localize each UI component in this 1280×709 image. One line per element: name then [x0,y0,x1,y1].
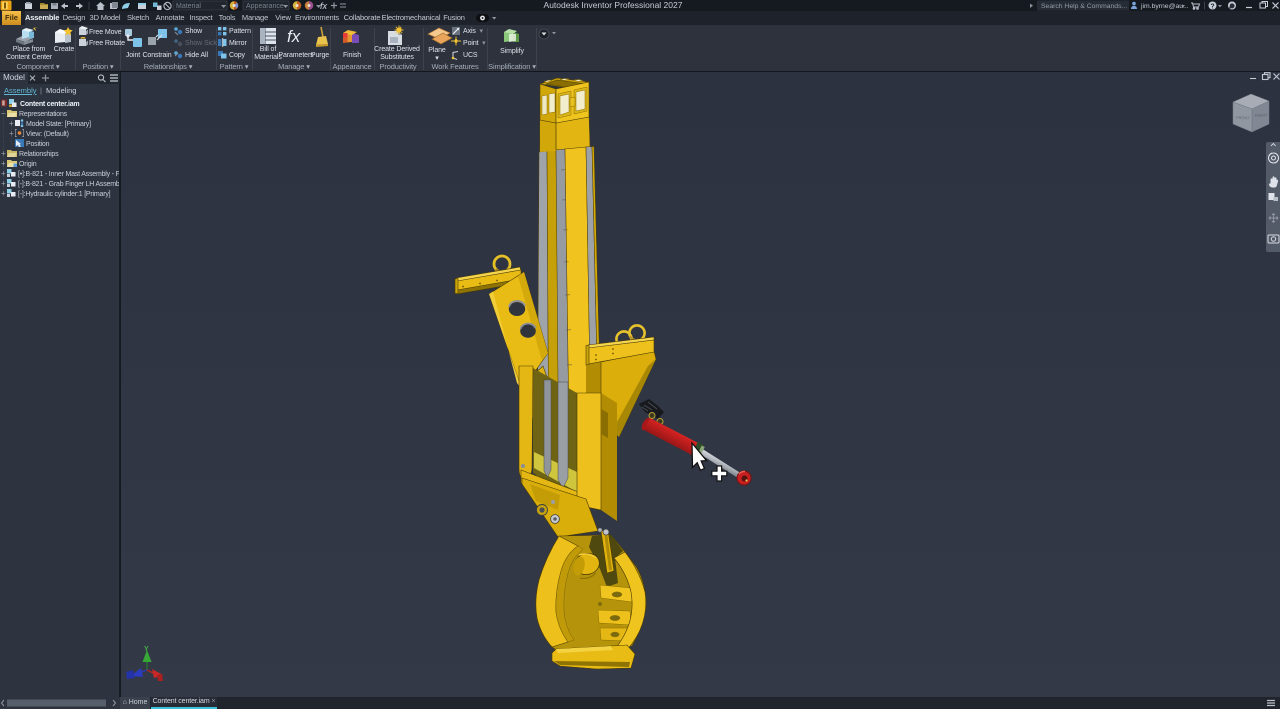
svg-text:FRONT: FRONT [1236,115,1250,120]
svg-text:jim.byrne@au...: jim.byrne@au... [1140,3,1189,10]
svg-text:Material: Material [176,3,201,10]
svg-text:?: ? [1210,3,1214,10]
svg-text:Appearance: Appearance [246,3,284,10]
svg-text:Y: Y [144,646,149,653]
svg-text:fx: fx [287,27,301,46]
svg-text:fx: fx [320,1,328,11]
svg-text:Search Help & Commands...: Search Help & Commands... [1041,3,1127,10]
svg-text:Autodesk Inventor Professional: Autodesk Inventor Professional 2027 [544,0,683,10]
svg-text:RIGHT: RIGHT [1255,112,1268,118]
